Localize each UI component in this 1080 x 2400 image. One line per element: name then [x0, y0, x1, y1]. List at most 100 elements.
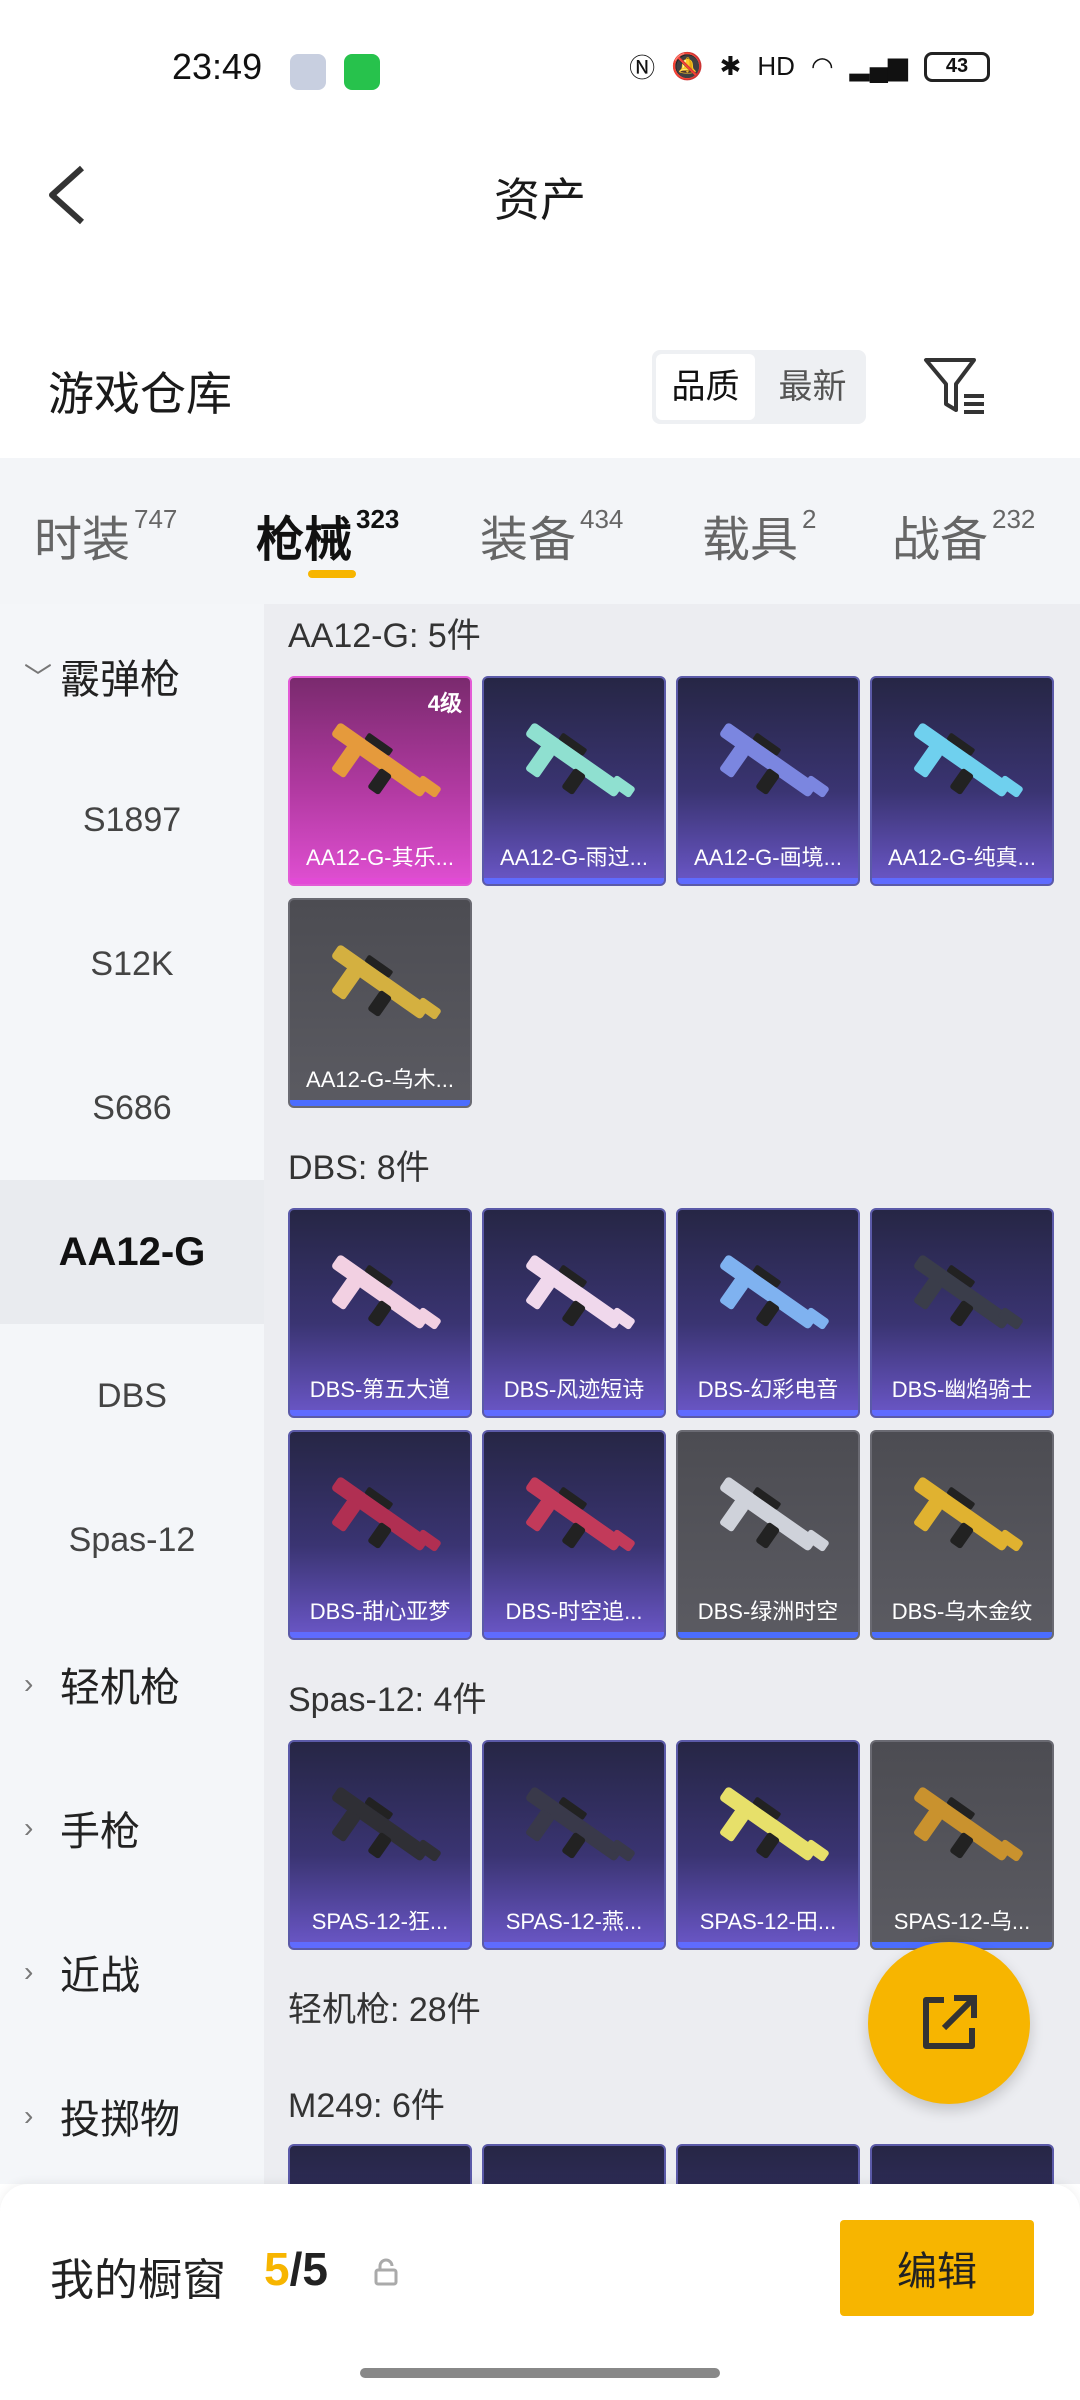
weapon-skin-name: AA12-G-其乐... — [306, 845, 454, 870]
weapon-skin-name: DBS-绿洲时空 — [697, 1599, 839, 1624]
sidebar-item-label: AA12-G — [58, 1229, 206, 1274]
weapon-skin-card[interactable]: SPAS-12-乌... — [870, 1740, 1054, 1950]
sidebar-item-label: S1897 — [82, 800, 182, 839]
weapon-image — [526, 1787, 635, 1862]
weapon-skin-card[interactable] — [288, 2144, 472, 2184]
sidebar-item-s1897[interactable]: S1897 — [0, 748, 264, 892]
rarity-bar — [872, 1410, 1052, 1416]
bluetooth-icon: ✱ — [719, 51, 742, 81]
weapon-skin-name: DBS-幻彩电音 — [697, 1377, 839, 1402]
weapon-skin-card[interactable]: DBS-第五大道 — [288, 1208, 472, 1418]
filter-icon[interactable] — [920, 350, 990, 420]
weapon-image — [720, 1255, 829, 1330]
sidebar-item-aa12g[interactable]: AA12-G — [0, 1180, 264, 1324]
weapon-skin-name: DBS-甜心亚梦 — [309, 1599, 451, 1624]
sidebar-item-label: S12K — [90, 944, 174, 983]
sort-quality-button[interactable]: 品质 — [656, 354, 755, 420]
rarity-bar — [290, 1410, 470, 1416]
weapon-image — [526, 723, 635, 798]
weapon-skin-card[interactable]: DBS-甜心亚梦 — [288, 1430, 472, 1640]
status-icons: Ⓝ 🔕 ✱ HD ◠ ▂▄▆ 43 — [629, 48, 990, 85]
rarity-bar — [678, 1942, 858, 1948]
battery-icon: 43 — [924, 51, 990, 82]
showcase-count: 5/5 — [264, 2242, 328, 2296]
weapon-skin-card[interactable]: 4级 AA12-G-其乐... — [288, 676, 472, 886]
rarity-bar — [872, 878, 1052, 884]
tab-outfit[interactable]: 时装 747 — [34, 500, 177, 570]
lock-icon — [374, 2258, 398, 2286]
weapon-skin-card[interactable]: SPAS-12-田... — [676, 1740, 860, 1950]
weapon-skin-card[interactable]: DBS-时空追... — [482, 1430, 666, 1640]
rarity-bar — [484, 1942, 664, 1948]
weapon-skin-card[interactable] — [676, 2144, 860, 2184]
sidebar-item-shotgun[interactable]: ﹀ 霰弹枪 — [0, 604, 264, 748]
sidebar-item-s12k[interactable]: S12K — [0, 892, 264, 1036]
weapon-sidebar: ﹀ 霰弹枪 S1897 S12K S686 AA12-G DBS Spas-12 … — [0, 604, 264, 2184]
active-tab-indicator — [308, 570, 356, 578]
share-icon — [923, 1995, 977, 2049]
tab-label: 载具 — [702, 514, 799, 567]
signal-icon: ▂▄▆ — [849, 51, 908, 81]
edit-button[interactable]: 编辑 — [840, 2220, 1034, 2316]
weapon-skin-card[interactable]: AA12-G-纯真... — [870, 676, 1054, 886]
sidebar-item-dbs[interactable]: DBS — [0, 1324, 264, 1468]
weapon-skin-card[interactable]: AA12-G-画境... — [676, 676, 860, 886]
sidebar-item-label: 手枪 — [60, 1810, 140, 1854]
sidebar-item-lmg[interactable]: › 轻机枪 — [0, 1612, 264, 1756]
weapon-skin-name: SPAS-12-田... — [699, 1909, 837, 1934]
tab-label: 时装 — [34, 514, 131, 567]
chevron-right-icon: › — [24, 1668, 34, 1699]
rarity-bar — [484, 878, 664, 884]
weapon-skin-card[interactable]: SPAS-12-狂... — [288, 1740, 472, 1950]
weapon-image — [332, 1787, 441, 1862]
sidebar-item-throwables[interactable]: › 投掷物 — [0, 2044, 264, 2188]
tab-vehicles[interactable]: 载具 2 — [702, 500, 816, 570]
weapon-skin-card[interactable]: AA12-G-雨过... — [482, 676, 666, 886]
tab-firearms[interactable]: 枪械 323 — [256, 500, 399, 570]
header: 资产 — [0, 140, 1080, 250]
weapon-skin-card[interactable]: DBS-幻彩电音 — [676, 1208, 860, 1418]
weapon-image — [720, 1787, 829, 1862]
weapon-skin-card[interactable]: DBS-风迹短诗 — [482, 1208, 666, 1418]
sort-newest-button[interactable]: 最新 — [763, 354, 862, 420]
sidebar-item-label: 轻机枪 — [60, 1666, 180, 1710]
wifi-icon: ◠ — [810, 51, 834, 81]
page-title: 资产 — [494, 174, 586, 226]
sidebar-item-s686[interactable]: S686 — [0, 1036, 264, 1180]
tab-equipment[interactable]: 装备 434 — [480, 500, 623, 570]
tab-count: 232 — [992, 504, 1036, 534]
rarity-bar — [290, 1632, 470, 1638]
chevron-right-icon: › — [24, 1812, 34, 1843]
chevron-right-icon: › — [24, 2100, 34, 2131]
chevron-down-icon: ﹀ — [24, 662, 53, 693]
category-tabs: 时装 747 枪械 323 装备 434 载具 2 战备 232 — [0, 458, 1080, 604]
tab-supplies[interactable]: 战备 232 — [892, 500, 1035, 570]
weapon-skin-card[interactable]: DBS-幽焰骑士 — [870, 1208, 1054, 1418]
weapon-skin-name: AA12-G-乌木... — [306, 1067, 454, 1092]
weapon-skin-name: DBS-幽焰骑士 — [891, 1377, 1033, 1402]
rarity-bar — [484, 1632, 664, 1638]
sidebar-item-label: DBS — [97, 1376, 167, 1415]
share-fab-button[interactable] — [868, 1942, 1030, 2104]
weapon-skin-name: AA12-G-纯真... — [888, 845, 1036, 870]
weapon-skin-card[interactable]: DBS-绿洲时空 — [676, 1430, 860, 1640]
sidebar-item-melee[interactable]: › 近战 — [0, 1900, 264, 2044]
weapon-skin-card[interactable]: DBS-乌木金纹 — [870, 1430, 1054, 1640]
weapon-image — [332, 1255, 441, 1330]
sidebar-item-pistol[interactable]: › 手枪 — [0, 1756, 264, 1900]
weapon-image — [526, 1255, 635, 1330]
weapon-image — [914, 1255, 1023, 1330]
group-title-spas12: Spas-12: 4件 — [288, 1681, 487, 1719]
weapon-skin-card[interactable]: SPAS-12-燕... — [482, 1740, 666, 1950]
weapon-skin-name: SPAS-12-燕... — [505, 1909, 643, 1934]
weapon-skin-card[interactable]: AA12-G-乌木... — [288, 898, 472, 1108]
weapon-image — [332, 1477, 441, 1552]
weapon-skin-card[interactable] — [482, 2144, 666, 2184]
weapon-image — [332, 945, 441, 1020]
group-title-aa12g: AA12-G: 5件 — [288, 617, 481, 655]
sidebar-item-label: 近战 — [60, 1954, 140, 1998]
sidebar-item-spas12[interactable]: Spas-12 — [0, 1468, 264, 1612]
home-indicator — [360, 2368, 720, 2378]
weapon-skin-card[interactable] — [870, 2144, 1054, 2184]
weapon-image — [526, 1477, 635, 1552]
